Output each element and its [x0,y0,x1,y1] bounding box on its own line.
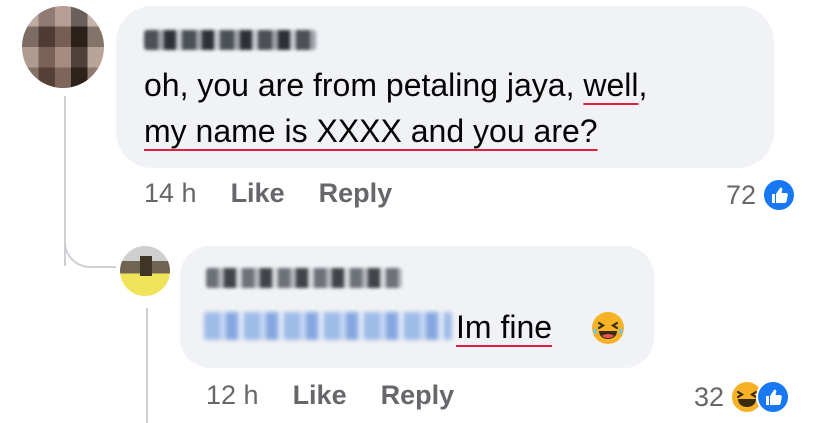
reply-thread-line [146,308,148,423]
comment-text-part: , [638,67,648,103]
like-button[interactable]: Like [231,178,285,209]
reaction-icons [730,380,791,414]
replier-name-redacted[interactable] [206,268,402,288]
comment-text: oh, you are from petaling jaya, well, my … [144,62,764,154]
reply-reactions[interactable]: 32 [694,380,791,414]
commenter-avatar[interactable] [22,6,104,88]
commenter-name-redacted[interactable] [144,30,316,50]
reply-timestamp[interactable]: 12 h [206,380,259,411]
like-icon [756,380,791,414]
reply-text: Im fine [456,309,553,345]
mention-tag-redacted[interactable] [204,312,452,340]
comment-actions: 14 h Like Reply [144,178,426,209]
comment-reactions[interactable]: 72 [726,178,797,212]
comment-bubble: oh, you are from petaling jaya, well, my … [116,6,774,168]
reply-bubble: Im fine [180,246,654,368]
thread-connector [64,226,116,268]
replier-avatar[interactable] [120,246,170,296]
comment-timestamp[interactable]: 14 h [144,178,197,209]
like-button[interactable]: Like [293,380,347,411]
laughing-emoji-icon [592,312,624,344]
reply-actions: 12 h Like Reply [206,380,488,411]
reply-button[interactable]: Reply [381,380,455,411]
reaction-count: 72 [726,179,757,210]
comment-text-underlined: my name is XXXX and you are? [144,113,598,149]
like-icon [762,178,797,212]
reaction-count: 32 [694,381,725,412]
reply-button[interactable]: Reply [319,178,393,209]
comment-text-part: oh, you are from petaling jaya, [144,67,584,103]
comment-text-underlined: well [583,67,639,103]
